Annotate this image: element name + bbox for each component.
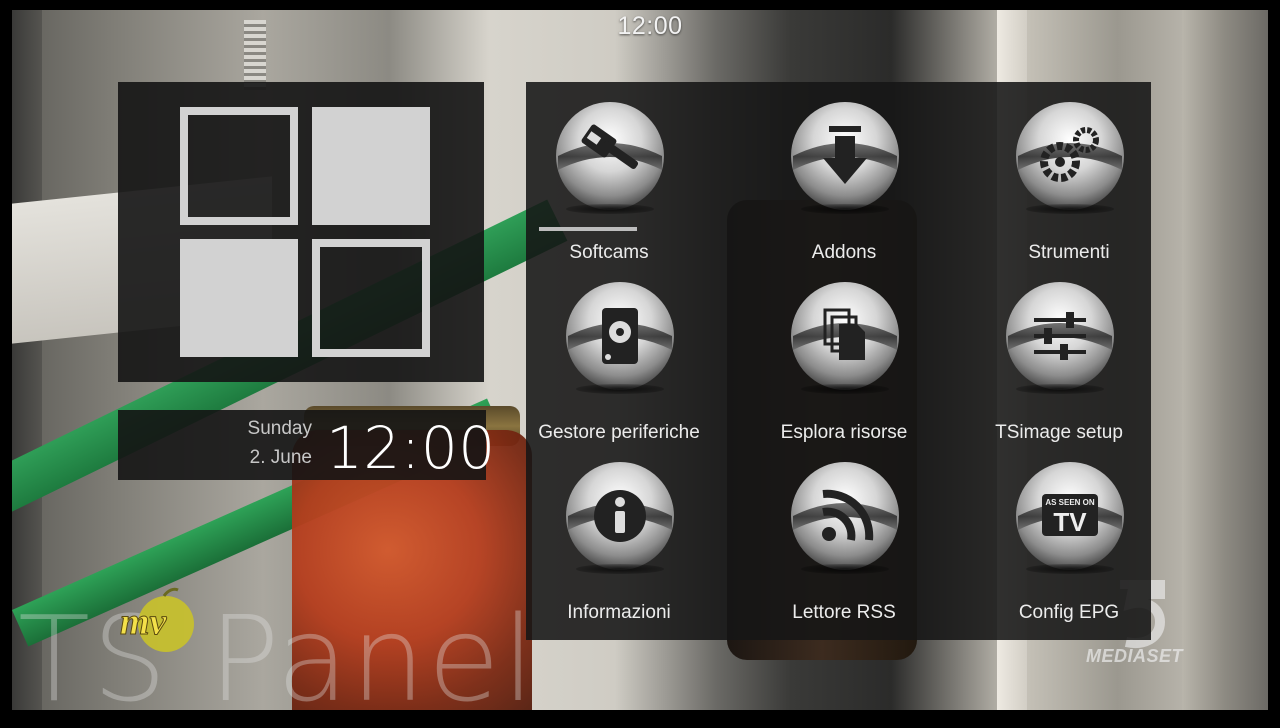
logo-tile-top-right: [312, 107, 430, 225]
top-clock: 12:00: [617, 12, 683, 40]
menu-item-label: TSimage setup: [995, 422, 1123, 443]
selection-indicator: [539, 227, 637, 231]
mediaset-logo-text: MEDIASET: [1086, 646, 1184, 666]
menu-item-strumenti[interactable]: Strumenti: [969, 82, 1169, 263]
gears-icon: [1016, 102, 1124, 210]
logo-tile-bottom-left: [180, 239, 298, 357]
logo-tile-top-left: [180, 107, 298, 225]
logo-tile-bottom-right: [312, 239, 430, 357]
menu-item-label: Lettore RSS: [792, 602, 896, 623]
menu-item-config-epg[interactable]: AS SEEN ON TV Config EPG: [969, 442, 1169, 623]
panel-watermark: TS Panel: [18, 590, 537, 728]
rss-icon: [791, 462, 899, 570]
day-label: Sunday: [247, 418, 312, 439]
date-label: 2. June: [249, 447, 312, 468]
documents-icon: [791, 282, 899, 390]
menu-item-esplora-risorse[interactable]: Esplora risorse: [744, 262, 944, 443]
menu-item-label: Addons: [811, 242, 877, 263]
strumenti-orb: [1014, 100, 1126, 214]
tv-badge-top-text: AS SEEN ON: [1045, 498, 1095, 507]
mv-logo-text: mv: [120, 601, 168, 643]
menu-item-softcams[interactable]: Softcams: [509, 82, 709, 263]
tv-icon: AS SEEN ON TV: [1016, 462, 1124, 570]
download-arrow-icon: [791, 102, 899, 210]
esplora-risorse-orb: [789, 280, 901, 394]
menu-item-tsimage-setup[interactable]: TSimage setup: [959, 262, 1159, 443]
menu-item-label: Strumenti: [1028, 242, 1110, 263]
date-time-panel: Sunday 2. June 12:00: [118, 410, 495, 482]
lettore-rss-orb: [789, 460, 901, 574]
ts-panel-logo: [118, 82, 484, 382]
menu-item-addons[interactable]: Addons: [744, 82, 944, 263]
softcams-orb: [554, 100, 666, 214]
video-vent: [244, 20, 266, 90]
tsimage-setup-orb: [1004, 280, 1116, 394]
key-icon: [556, 102, 664, 210]
menu-item-label: Esplora risorse: [780, 422, 908, 443]
informazioni-orb: [564, 460, 676, 574]
menu-item-informazioni[interactable]: Informazioni: [519, 442, 719, 623]
gestore-periferiche-orb: [564, 280, 676, 394]
big-clock: 12:00: [326, 414, 496, 482]
menu-item-label: Config EPG: [1018, 602, 1120, 623]
menu-item-label: Informazioni: [567, 602, 671, 623]
sliders-icon: [1006, 282, 1114, 390]
menu-item-label: Gestore periferiche: [538, 422, 700, 443]
menu-item-gestore-periferiche[interactable]: Gestore periferiche: [519, 262, 719, 443]
info-icon: [566, 462, 674, 570]
mv-channel-logo: mv: [120, 587, 194, 652]
hard-disk-icon: [566, 282, 674, 390]
menu-item-lettore-rss[interactable]: Lettore RSS: [744, 442, 944, 623]
tv-badge-text: TV: [1053, 507, 1087, 537]
config-epg-orb: AS SEEN ON TV: [1014, 460, 1126, 574]
addons-orb: [789, 100, 901, 214]
main-menu-panel: Softcams Addons Strumenti Gestore perife…: [526, 82, 1151, 640]
menu-item-label: Softcams: [569, 242, 649, 263]
